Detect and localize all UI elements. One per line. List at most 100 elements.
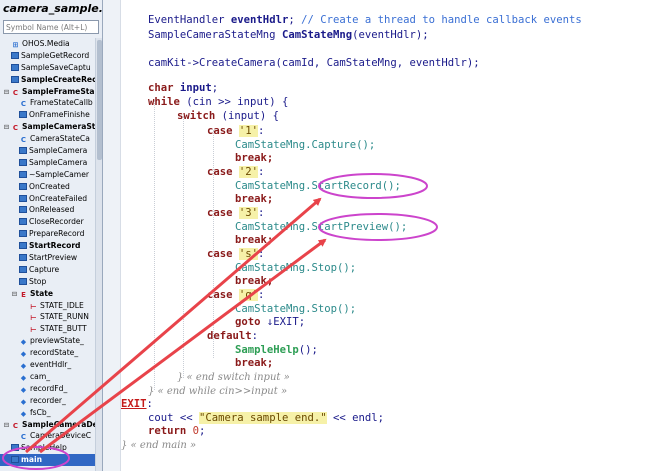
tree-item-label: PrepareRecord — [29, 229, 85, 239]
tree-item-oncreatefailed[interactable]: OnCreateFailed — [0, 193, 95, 205]
tree-item-label: State — [30, 288, 54, 298]
tree-item-recordfd[interactable]: ◆ recordFd_ — [0, 383, 95, 395]
tree-item-eventhdlr[interactable]: ◆ eventHdlr_ — [0, 359, 95, 371]
tree-item-oncreated[interactable]: OnCreated — [0, 181, 95, 193]
symbol-tree-scrollbar[interactable] — [95, 38, 102, 471]
tree-item-samplecamerast[interactable]: ⊟ C SampleCameraSt — [0, 121, 95, 133]
code-line: case '1': — [207, 125, 265, 137]
method-icon — [19, 111, 27, 119]
tree-item-previewstate[interactable]: ◆ previewState_ — [0, 335, 95, 347]
method-icon — [19, 254, 27, 262]
tree-item-stop[interactable]: Stop — [0, 276, 95, 288]
code-line: char input; — [148, 82, 219, 94]
tree-item-samplecamera[interactable]: SampleCamera — [0, 145, 95, 157]
tree-item-framestatecallb[interactable]: C FrameStateCallb — [0, 97, 95, 109]
code-line: break; — [235, 234, 274, 246]
tree-item-state-runn[interactable]: ⊢ STATE_RUNN — [0, 311, 95, 323]
method-icon — [19, 206, 27, 214]
tree-item-samplehelp[interactable]: SampleHelp — [0, 442, 95, 454]
method-icon — [19, 147, 27, 155]
code-line: CamStateMng.StartPreview(); — [235, 221, 408, 233]
code-line: case 'q': — [207, 289, 265, 301]
tree-item-startpreview[interactable]: StartPreview — [0, 252, 95, 264]
code-line: cout << "Camera sample end." << endl; — [148, 412, 384, 424]
scrollbar-thumb[interactable] — [97, 40, 102, 160]
tree-item-samplegetrecord[interactable]: SampleGetRecord — [0, 50, 95, 62]
method-icon — [19, 242, 27, 250]
tree-item-samplecamera[interactable]: SampleCamera — [0, 157, 95, 169]
tree-item-label: StartPreview — [29, 253, 78, 263]
field-icon: ◆ — [20, 362, 27, 371]
tree-item-onframefinishe[interactable]: OnFrameFinishe — [0, 109, 95, 121]
code-line: while (cin >> input) { — [148, 96, 289, 108]
code-line: default: — [207, 330, 259, 342]
method-icon — [19, 265, 27, 273]
tree-item-ohos-media[interactable]: ⊞ OHOS.Media — [0, 38, 95, 50]
tree-item-samplesavecaptu[interactable]: SampleSaveCaptu — [0, 62, 95, 74]
code-line: switch (input) { — [177, 110, 280, 122]
field-icon: ◆ — [20, 397, 27, 406]
code-line: SampleHelp(); — [235, 344, 318, 356]
enum-member-icon: ⊢ — [30, 314, 37, 323]
tree-item-closerecorder[interactable]: CloseRecorder — [0, 216, 95, 228]
tree-item-label: OHOS.Media — [22, 39, 70, 48]
tree-item-cameradevicec[interactable]: C CameraDeviceC — [0, 430, 95, 442]
tree-item-label: SampleSaveCaptu — [21, 62, 91, 72]
constructor-icon: C — [20, 136, 27, 145]
exit-label: EXIT: — [121, 398, 153, 410]
method-icon — [19, 218, 27, 226]
tree-item-label: STATE_IDLE — [40, 300, 84, 310]
tree-item-label: STATE_BUTT — [40, 324, 87, 334]
tree-item-capture[interactable]: Capture — [0, 264, 95, 276]
tree-item-startrecord[interactable]: StartRecord — [0, 240, 95, 252]
field-icon: ◆ — [20, 350, 27, 359]
tree-item-samplecreaterec[interactable]: SampleCreateRec — [0, 74, 95, 86]
code-line: CamStateMng.StartRecord(); — [235, 180, 401, 192]
tree-item-state-idle[interactable]: ⊢ STATE_IDLE — [0, 300, 95, 312]
enum-member-icon: ⊢ — [30, 326, 37, 335]
collapse-toggle-icon[interactable]: ⊟ — [2, 87, 11, 98]
tree-item-preparerecord[interactable]: PrepareRecord — [0, 228, 95, 240]
method-icon — [19, 170, 27, 178]
tree-item-main[interactable]: main — [0, 454, 95, 467]
tree-item-label: SampleHelp — [21, 443, 67, 453]
collapse-toggle-icon[interactable]: ⊟ — [2, 420, 11, 431]
tree-item-label: SampleCamera — [29, 157, 88, 167]
symbol-search-input[interactable] — [3, 20, 99, 34]
code-line: goto ↓EXIT; — [235, 316, 306, 328]
tree-item-samplecamer[interactable]: ~SampleCamer — [0, 169, 95, 181]
class-icon: C — [12, 88, 19, 97]
code-line: case '2': — [207, 166, 265, 178]
code-line: SampleCameraStateMng CamStateMng(eventHd… — [148, 29, 429, 41]
tree-item-sampleframesta[interactable]: ⊟ C SampleFrameSta — [0, 86, 95, 98]
tree-item-label: SampleCreateRec — [21, 74, 95, 84]
tree-item-label: OnReleased — [29, 205, 75, 215]
tree-item-recordstate[interactable]: ◆ recordState_ — [0, 347, 95, 359]
editor-gutter — [103, 0, 121, 471]
method-icon — [19, 158, 27, 166]
tree-item-onreleased[interactable]: OnReleased — [0, 204, 95, 216]
tree-item-state-butt[interactable]: ⊢ STATE_BUTT — [0, 323, 95, 335]
code-line: break; — [235, 193, 274, 205]
function-icon — [11, 63, 19, 71]
collapse-toggle-icon[interactable]: ⊟ — [2, 122, 11, 133]
tree-item-state[interactable]: ⊟ E State — [0, 288, 95, 300]
tree-item-label: CameraDeviceC — [30, 431, 92, 441]
tree-item-recorder[interactable]: ◆ recorder_ — [0, 395, 95, 407]
enum-member-icon: ⊢ — [30, 302, 37, 311]
tree-item-samplecamerade[interactable]: ⊟ C SampleCameraDe — [0, 419, 95, 431]
field-icon: ◆ — [20, 373, 27, 382]
code-line: } « end switch input » — [177, 372, 290, 383]
code-line: return 0; — [148, 425, 206, 437]
tree-item-cam[interactable]: ◆ cam_ — [0, 371, 95, 383]
collapse-toggle-icon[interactable]: ⊟ — [10, 289, 19, 300]
tree-item-label: cam_ — [30, 371, 51, 381]
code-editor[interactable]: EventHandler eventHdlr; // Create a thre… — [121, 0, 651, 471]
symbol-panel: camera_sample.cpp ⊞OHOS.MediaSampleGetRe… — [0, 0, 103, 471]
tree-item-label: main — [21, 455, 43, 465]
constructor-icon: C — [20, 433, 27, 442]
tree-item-fscb[interactable]: ◆ fsCb_ — [0, 407, 95, 419]
tree-item-camerastateca[interactable]: C CameraStateCa — [0, 133, 95, 145]
tree-item-label: Capture — [29, 264, 60, 274]
tree-item-label: SampleGetRecord — [21, 50, 90, 60]
